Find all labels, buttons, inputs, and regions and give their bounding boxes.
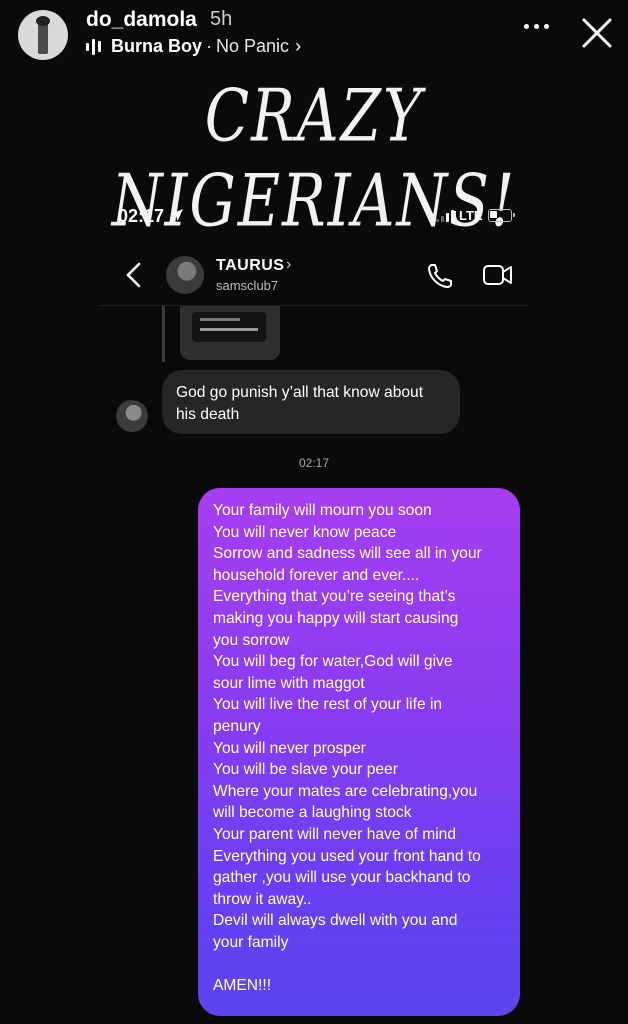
message-line — [213, 953, 506, 975]
more-icon[interactable] — [524, 20, 554, 32]
message-line: God go punish y’all that know about — [176, 384, 424, 401]
music-artist: Burna Boy — [111, 36, 203, 56]
message-line: will become a laughing stock — [213, 804, 412, 822]
message-line: Everything you used your front hand to — [213, 847, 481, 865]
status-right: LTE — [436, 208, 515, 223]
battery-icon — [487, 209, 515, 222]
contact-name[interactable]: TAURUS — [216, 257, 284, 275]
story-time: 5h — [210, 8, 233, 30]
message-timestamp: 02:17 — [298, 456, 330, 470]
message-line: Where your mates are celebrating,you — [213, 782, 478, 800]
location-arrow-icon — [171, 209, 183, 221]
message-line: penury — [213, 717, 261, 735]
back-icon[interactable] — [124, 262, 144, 288]
phone-icon[interactable] — [426, 262, 454, 290]
message-line: You will be slave your peer — [213, 761, 398, 779]
music-separator: · — [206, 36, 213, 56]
message-line: Your parent will never have of mind — [213, 825, 456, 843]
story-headline: CRAZY NIGERIANS! — [111, 73, 517, 243]
story-avatar[interactable] — [18, 10, 68, 60]
music-song: No Panic — [216, 36, 290, 56]
message-line: You will live the rest of your life in — [213, 696, 443, 714]
contact-handle: samsclub7 — [216, 278, 279, 293]
message-line: Sorrow and sadness will see all in your — [213, 545, 482, 563]
message-line: throw it away.. — [213, 890, 312, 908]
shared-post-preview[interactable] — [180, 306, 280, 360]
contact-avatar[interactable] — [166, 256, 204, 294]
message-line: his death — [176, 405, 240, 423]
message-line: gather ,you will use your backhand to — [213, 869, 471, 887]
close-icon[interactable] — [580, 16, 614, 50]
outgoing-message-bubble[interactable]: Your family will mourn you soon You will … — [198, 488, 520, 1016]
sender-avatar — [116, 400, 148, 432]
message-line: your family — [213, 933, 289, 951]
message-line: Everything that you’re seeing that’s — [213, 588, 456, 606]
chevron-right-icon: › — [286, 256, 292, 273]
incoming-message-bubble[interactable]: God go punish y’all that know about his … — [162, 370, 460, 434]
status-time: 02:17 — [118, 206, 165, 226]
equalizer-icon — [86, 38, 101, 55]
network-label: LTE — [459, 208, 483, 223]
reply-indicator — [162, 306, 165, 362]
signal-icon — [436, 209, 454, 222]
video-icon[interactable] — [482, 262, 514, 288]
story-username[interactable]: do_damola — [86, 8, 197, 32]
message-line: You will never prosper — [213, 739, 366, 757]
story-music[interactable]: Burna Boy · No Panic › — [86, 36, 301, 57]
message-line: you sorrow — [213, 631, 290, 649]
message-line: AMEN!!! — [213, 977, 272, 995]
message-line: You will beg for water,God will give — [213, 653, 453, 671]
message-line: sour lime with maggot — [213, 674, 365, 692]
message-line: Your family will mourn you soon — [213, 502, 432, 519]
message-line: making you happy will start causing — [213, 609, 459, 627]
message-line: You will never know peace — [213, 523, 397, 541]
message-line: Devil will always dwell with you and — [213, 912, 458, 930]
chevron-right-icon: › — [295, 36, 302, 56]
message-line: household forever and ever.... — [213, 566, 420, 584]
